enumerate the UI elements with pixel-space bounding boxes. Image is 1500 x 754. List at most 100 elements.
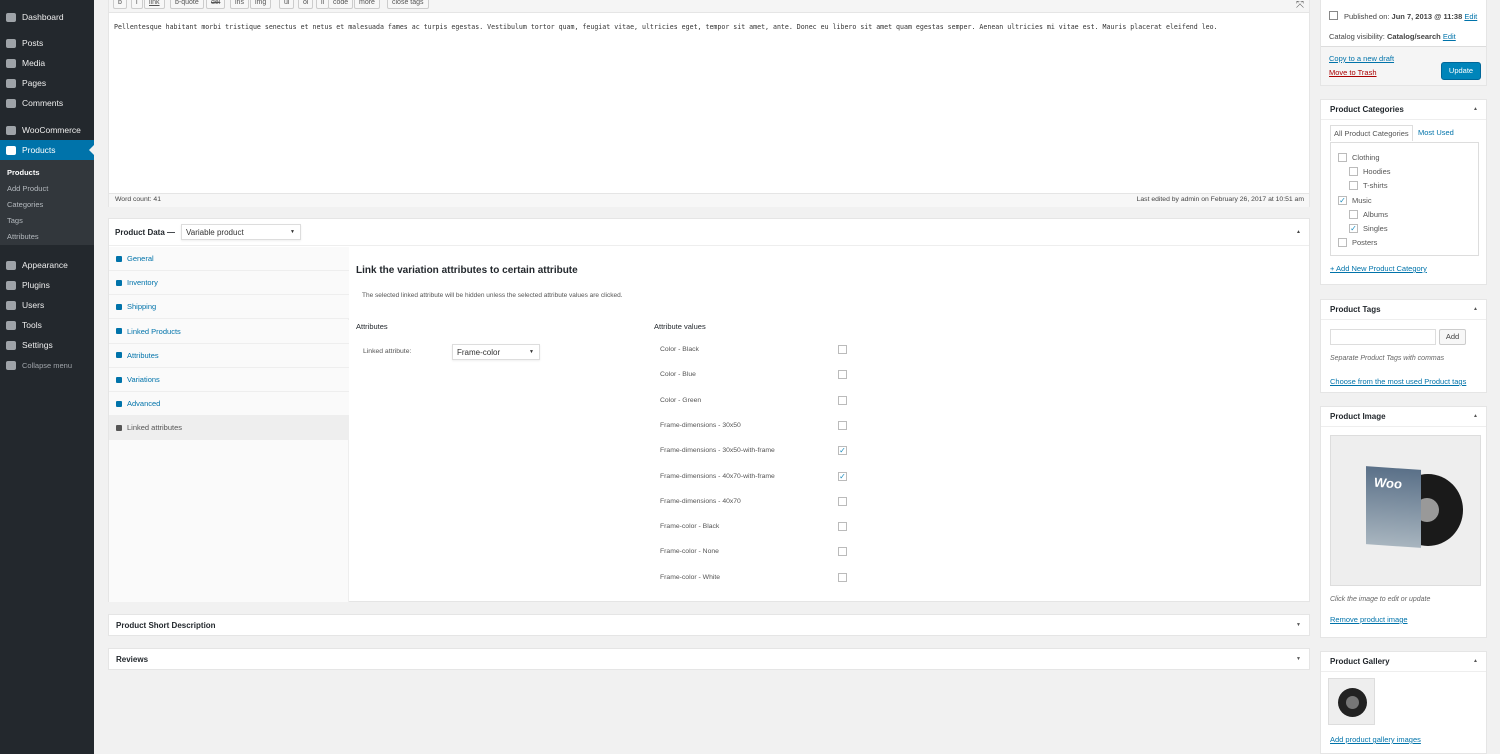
- editor-content[interactable]: Pellentesque habitant morbi tristique se…: [114, 23, 1304, 31]
- attribute-value-checkbox[interactable]: ✓: [838, 471, 847, 481]
- toolbar-more-button[interactable]: more: [354, 0, 380, 9]
- product-image-box: Product Image Woo Click the image to edi…: [1320, 406, 1487, 638]
- sidebar-item-label: Collapse menu: [22, 360, 73, 370]
- tab-label: Attributes: [127, 350, 159, 360]
- toolbar-link-button[interactable]: link: [144, 0, 165, 9]
- toolbar-b-quote-button[interactable]: b-quote: [170, 0, 204, 9]
- submenu-products[interactable]: Products: [7, 168, 40, 177]
- toolbar-i-button[interactable]: i: [131, 0, 143, 9]
- sidebar-item-appearance[interactable]: Appearance: [0, 255, 94, 275]
- trash-link[interactable]: Move to Trash: [1329, 68, 1377, 77]
- submenu-attributes[interactable]: Attributes: [7, 232, 39, 241]
- attribute-value-checkbox[interactable]: ✓: [838, 446, 847, 456]
- sidebar-item-tools[interactable]: Tools: [0, 315, 94, 335]
- collapse-toggle[interactable]: ▲: [1296, 229, 1301, 235]
- category-checkbox[interactable]: [1338, 238, 1347, 248]
- choose-tags-link[interactable]: Choose from the most used Product tags: [1330, 377, 1466, 386]
- panel-description: The selected linked attribute will be hi…: [362, 292, 623, 299]
- category-checkbox[interactable]: ✓: [1349, 224, 1358, 233]
- sidebar-item-collapse-menu[interactable]: Collapse menu: [0, 355, 94, 375]
- sidebar-item-settings[interactable]: Settings: [0, 335, 94, 355]
- toolbar-b-button[interactable]: b: [113, 0, 127, 9]
- toolbar-img-button[interactable]: img: [250, 0, 272, 9]
- reviews-box[interactable]: Reviews: [108, 648, 1310, 670]
- tab-linked-products[interactable]: Linked Products: [109, 319, 349, 344]
- image-title: Product Image: [1321, 407, 1486, 427]
- copy-draft-link[interactable]: Copy to a new draft: [1329, 54, 1394, 63]
- tab-inventory[interactable]: Inventory: [109, 271, 349, 296]
- product-gallery-box: Product Gallery Add product gallery imag…: [1320, 651, 1487, 754]
- user-icon: [6, 300, 16, 310]
- tab-label: Shipping: [127, 302, 157, 312]
- attribute-value-checkbox[interactable]: [838, 420, 847, 430]
- sidebar-item-pages[interactable]: Pages: [0, 73, 94, 93]
- attribute-value-checkbox[interactable]: [838, 496, 847, 506]
- product-type-select[interactable]: Variable product: [181, 224, 301, 240]
- category-checkbox[interactable]: [1338, 153, 1347, 162]
- tab-variations[interactable]: Variations: [109, 368, 349, 392]
- tab-advanced[interactable]: Advanced: [109, 392, 349, 417]
- plugin-icon: [6, 280, 16, 290]
- category-checkbox[interactable]: [1349, 209, 1358, 219]
- toolbar-code-button[interactable]: code: [328, 0, 354, 9]
- sidebar-item-media[interactable]: Media: [0, 53, 94, 73]
- add-category-link[interactable]: + Add New Product Category: [1330, 264, 1427, 273]
- submenu-add-product[interactable]: Add Product: [7, 184, 48, 193]
- sidebar-item-posts[interactable]: Posts: [0, 33, 94, 53]
- sidebar-item-label: Comments: [22, 98, 64, 108]
- attributes-label: Attributes: [356, 322, 388, 331]
- tab-label: Inventory: [127, 278, 158, 288]
- tag-input[interactable]: [1330, 329, 1436, 345]
- product-categories-box: Product Categories All Product Categorie…: [1320, 99, 1487, 285]
- tab-most-used[interactable]: Most Used: [1418, 128, 1454, 137]
- add-tag-button[interactable]: Add: [1439, 329, 1466, 345]
- short-description-box[interactable]: Product Short Description: [108, 614, 1310, 636]
- panel-heading: Link the variation attributes to certain…: [356, 265, 578, 276]
- tab-linked-attributes[interactable]: Linked attributes: [109, 416, 349, 441]
- sidebar-item-comments[interactable]: Comments: [0, 93, 94, 113]
- update-button[interactable]: Update: [1441, 62, 1481, 80]
- submenu-tags[interactable]: Tags: [7, 216, 23, 225]
- category-checkbox[interactable]: [1349, 181, 1358, 191]
- edit-date-link[interactable]: Edit: [1464, 12, 1477, 21]
- toolbar-ol-button[interactable]: ol: [298, 0, 314, 9]
- toolbar-del-button[interactable]: del: [206, 0, 226, 9]
- gear-icon: [116, 400, 122, 407]
- attribute-value-checkbox[interactable]: [838, 547, 847, 557]
- remove-image-link[interactable]: Remove product image: [1330, 615, 1408, 624]
- category-checkbox[interactable]: [1349, 167, 1358, 177]
- wrench-icon: [116, 255, 122, 262]
- attribute-value-checkbox[interactable]: [838, 395, 847, 405]
- fullscreen-icon[interactable]: ⤧: [1296, 0, 1304, 11]
- toolbar-ins-button[interactable]: ins: [230, 0, 249, 9]
- gallery-thumbnail[interactable]: [1328, 678, 1375, 725]
- attribute-value-checkbox[interactable]: [838, 572, 847, 582]
- sidebar-item-products[interactable]: Products: [0, 140, 94, 160]
- edit-visibility-link[interactable]: Edit: [1443, 32, 1456, 41]
- submenu-categories[interactable]: Categories: [7, 200, 43, 209]
- tab-shipping[interactable]: Shipping: [109, 295, 349, 320]
- toolbar-close-tags-button[interactable]: close tags: [387, 0, 429, 9]
- tab-general[interactable]: General: [109, 247, 349, 271]
- settings-icon: [6, 340, 16, 350]
- toolbar-ul-button[interactable]: ul: [279, 0, 295, 9]
- published-label: Published on:: [1344, 12, 1390, 21]
- sidebar-item-dashboard[interactable]: Dashboard: [0, 7, 94, 27]
- sidebar-item-woocommerce[interactable]: WooCommerce: [0, 120, 94, 140]
- tab-all-categories[interactable]: All Product Categories: [1330, 125, 1413, 141]
- visibility-label: Catalog visibility:: [1329, 32, 1385, 41]
- sidebar-item-label: Dashboard: [22, 12, 64, 22]
- attribute-value-checkbox[interactable]: [838, 370, 847, 380]
- linked-attribute-select[interactable]: Frame-color: [452, 344, 540, 360]
- product-tags-box: Product Tags Add Separate Product Tags w…: [1320, 299, 1487, 393]
- dashboard-icon: [6, 12, 16, 22]
- attribute-value-checkbox[interactable]: [838, 345, 847, 354]
- tab-attributes[interactable]: Attributes: [109, 343, 349, 368]
- sidebar-item-plugins[interactable]: Plugins: [0, 275, 94, 295]
- attribute-value-checkbox[interactable]: [838, 522, 847, 532]
- published-date: Jun 7, 2013 @ 11:38: [1391, 12, 1463, 21]
- product-image[interactable]: Woo: [1330, 435, 1481, 586]
- add-gallery-link[interactable]: Add product gallery images: [1330, 735, 1421, 744]
- category-checkbox[interactable]: ✓: [1338, 195, 1347, 205]
- sidebar-item-users[interactable]: Users: [0, 295, 94, 315]
